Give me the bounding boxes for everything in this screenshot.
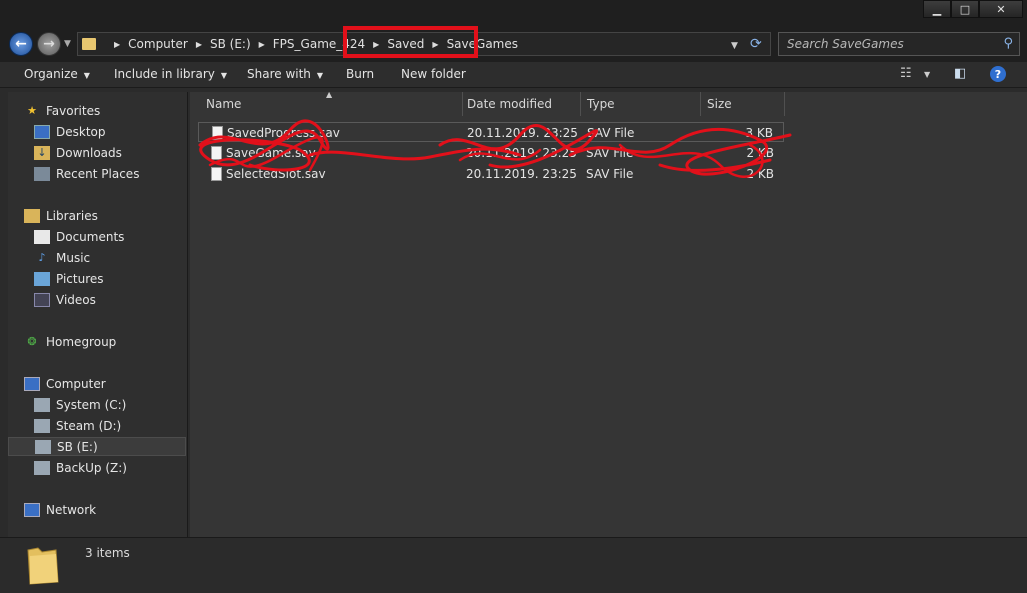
file-size: 2 KB <box>746 167 774 181</box>
new-folder-button[interactable]: New folder <box>401 67 466 81</box>
refresh-icon[interactable]: ⟳ <box>750 36 762 52</box>
address-history-chevron-down-icon[interactable]: ▼ <box>731 41 738 51</box>
arrow-right-icon: → <box>43 36 55 52</box>
file-date-modified: 20.11.2019. 23:25 <box>467 126 578 140</box>
column-header-size[interactable]: Size <box>707 92 732 116</box>
sidebar-item-favorites[interactable]: ★ Favorites <box>24 101 186 120</box>
sidebar-item-downloads[interactable]: ↓ Downloads <box>34 143 186 162</box>
organize-button[interactable]: Organize ▼ <box>24 67 90 81</box>
desktop-icon <box>34 124 50 139</box>
navigation-pane: ★ Favorites Desktop ↓ Downloads Recent Pla… <box>8 92 188 537</box>
file-list-pane[interactable]: ▲ Name Date modified Type Size SavedProg… <box>190 90 1027 537</box>
sidebar-item-network[interactable]: Network <box>24 500 186 519</box>
homegroup-icon: ❂ <box>27 335 37 348</box>
folder-icon <box>82 38 96 50</box>
search-icon[interactable]: ⚲ <box>1003 36 1013 51</box>
folder-icon <box>27 547 59 585</box>
file-type: SAV File <box>587 126 635 140</box>
sidebar-item-libraries[interactable]: Libraries <box>24 206 186 225</box>
drive-icon <box>34 418 50 433</box>
sidebar-item-music[interactable]: ♪ Music <box>34 248 186 267</box>
view-options-chevron-down-icon[interactable]: ▼ <box>924 70 930 79</box>
search-input[interactable]: Search SaveGames ⚲ <box>778 32 1020 56</box>
file-type: SAV File <box>586 167 634 181</box>
column-divider[interactable] <box>580 92 581 116</box>
sav-file-icon <box>211 146 222 160</box>
sav-file-icon <box>211 167 222 181</box>
network-icon <box>24 502 40 517</box>
chevron-right-icon[interactable]: ▶ <box>196 40 202 49</box>
status-bar: 3 items <box>0 537 1027 593</box>
file-row[interactable]: SelectedSlot.sav 20.11.2019. 23:25 SAV F… <box>198 164 784 184</box>
sidebar-item-videos[interactable]: Videos <box>34 290 186 309</box>
pictures-icon <box>34 271 50 286</box>
sidebar-item-recent-places[interactable]: Recent Places <box>34 164 186 183</box>
item-count: 3 items <box>85 546 130 560</box>
column-header-type[interactable]: Type <box>587 92 615 116</box>
recent-places-icon <box>34 166 50 181</box>
videos-icon <box>34 292 50 307</box>
command-toolbar: Organize ▼ Include in library ▼ Share with… <box>0 62 1027 88</box>
window-controls: ▁ □ ✕ <box>923 0 1023 18</box>
sidebar-item-pictures[interactable]: Pictures <box>34 269 186 288</box>
file-size: 3 KB <box>745 126 773 140</box>
chevron-down-icon: ▼ <box>83 71 90 80</box>
file-row[interactable]: SaveGame.sav 20.11.2019. 23:25 SAV File … <box>198 143 784 163</box>
file-name: SelectedSlot.sav <box>226 167 326 181</box>
music-icon: ♪ <box>38 251 46 264</box>
chevron-right-icon[interactable]: ▶ <box>114 40 120 49</box>
search-placeholder: Search SaveGames <box>787 37 904 51</box>
minimize-button[interactable]: ▁ <box>923 0 951 18</box>
sort-ascending-icon: ▲ <box>326 90 333 99</box>
chevron-right-icon[interactable]: ▶ <box>259 40 265 49</box>
file-date-modified: 20.11.2019. 23:25 <box>466 146 577 160</box>
column-divider[interactable] <box>700 92 701 116</box>
maximize-button[interactable]: □ <box>951 0 979 18</box>
burn-button[interactable]: Burn <box>346 67 374 81</box>
file-name: SaveGame.sav <box>226 146 316 160</box>
sidebar-item-backup-z[interactable]: BackUp (Z:) <box>34 458 186 477</box>
chevron-down-icon: ▼ <box>316 71 324 80</box>
breadcrumb-computer[interactable]: Computer <box>128 37 188 51</box>
sidebar-item-computer[interactable]: Computer <box>24 374 186 393</box>
drive-icon <box>34 460 50 475</box>
computer-icon <box>24 376 40 391</box>
back-button[interactable]: ← <box>9 32 33 56</box>
libraries-icon <box>24 208 40 223</box>
arrow-left-icon: ← <box>15 36 27 52</box>
column-divider[interactable] <box>784 92 785 116</box>
red-highlight-box <box>343 26 478 58</box>
help-icon[interactable]: ? <box>990 66 1006 82</box>
sidebar-item-sb-e[interactable]: SB (E:) <box>8 437 186 456</box>
file-date-modified: 20.11.2019. 23:25 <box>466 167 577 181</box>
sidebar-item-steam-d[interactable]: Steam (D:) <box>34 416 186 435</box>
file-name: SavedProgress.sav <box>227 126 340 140</box>
column-header-name[interactable]: Name <box>206 92 241 116</box>
close-button[interactable]: ✕ <box>979 0 1023 18</box>
sav-file-icon <box>212 126 223 140</box>
column-header-date-modified[interactable]: Date modified <box>467 92 552 116</box>
documents-icon <box>34 229 50 244</box>
column-divider[interactable] <box>462 92 463 116</box>
file-type: SAV File <box>586 146 634 160</box>
chevron-down-icon: ▼ <box>220 71 228 80</box>
drive-icon <box>35 439 51 454</box>
file-row[interactable]: SavedProgress.sav 20.11.2019. 23:25 SAV … <box>198 122 784 142</box>
change-view-icon[interactable]: ☷ <box>900 66 912 81</box>
file-size: 2 KB <box>746 146 774 160</box>
star-icon: ★ <box>27 104 37 117</box>
sidebar-item-documents[interactable]: Documents <box>34 227 186 246</box>
include-in-library-button[interactable]: Include in library ▼ <box>114 67 227 81</box>
sidebar-item-homegroup[interactable]: ❂ Homegroup <box>24 332 186 351</box>
sidebar-item-system-c[interactable]: System (C:) <box>34 395 186 414</box>
sidebar-item-desktop[interactable]: Desktop <box>34 122 186 141</box>
recent-pages-chevron-down-icon[interactable]: ▼ <box>64 39 71 49</box>
forward-button[interactable]: → <box>37 32 61 56</box>
title-bar: ▁ □ ✕ <box>0 0 1027 22</box>
drive-icon <box>34 397 50 412</box>
downloads-icon: ↓ <box>34 145 50 160</box>
preview-pane-icon[interactable]: ◧ <box>954 66 966 81</box>
breadcrumb-sb-drive[interactable]: SB (E:) <box>210 37 251 51</box>
share-with-button[interactable]: Share with ▼ <box>247 67 323 81</box>
